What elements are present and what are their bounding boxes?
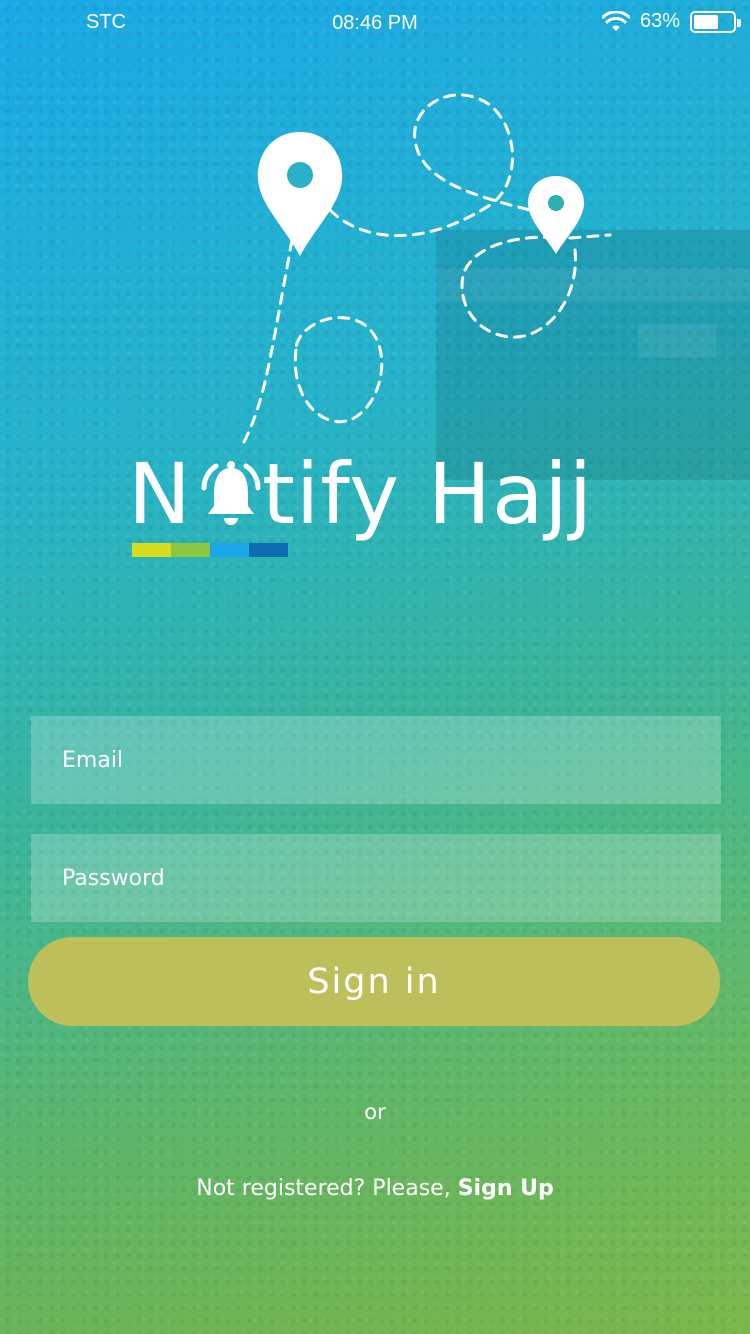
login-screen: STC 08:46 PM 63% N tify Hajj Email Sign …: [0, 0, 750, 1334]
color-bar-segment: [210, 543, 249, 557]
logo-color-bar: [132, 543, 288, 557]
signup-prompt: Not registered? Please, Sign Up: [0, 1176, 750, 1201]
sign-up-link[interactable]: Sign Up: [458, 1176, 554, 1201]
signup-prompt-text: Not registered? Please,: [196, 1176, 458, 1201]
color-bar-segment: [249, 543, 288, 557]
bell-icon: [201, 461, 261, 525]
logo-wordmark: tify Hajj: [262, 445, 594, 543]
map-pin-icon: [527, 176, 585, 254]
color-bar-segment: [171, 543, 210, 557]
sign-in-button[interactable]: Sign in: [28, 937, 720, 1026]
or-divider: or: [364, 1100, 386, 1124]
map-pin-icon: [257, 132, 343, 256]
email-field[interactable]: [31, 716, 721, 804]
logo-letter-n: N: [128, 445, 192, 543]
color-bar-segment: [132, 543, 171, 557]
app-logo: N tify Hajj: [128, 440, 628, 560]
password-field[interactable]: [31, 834, 721, 922]
